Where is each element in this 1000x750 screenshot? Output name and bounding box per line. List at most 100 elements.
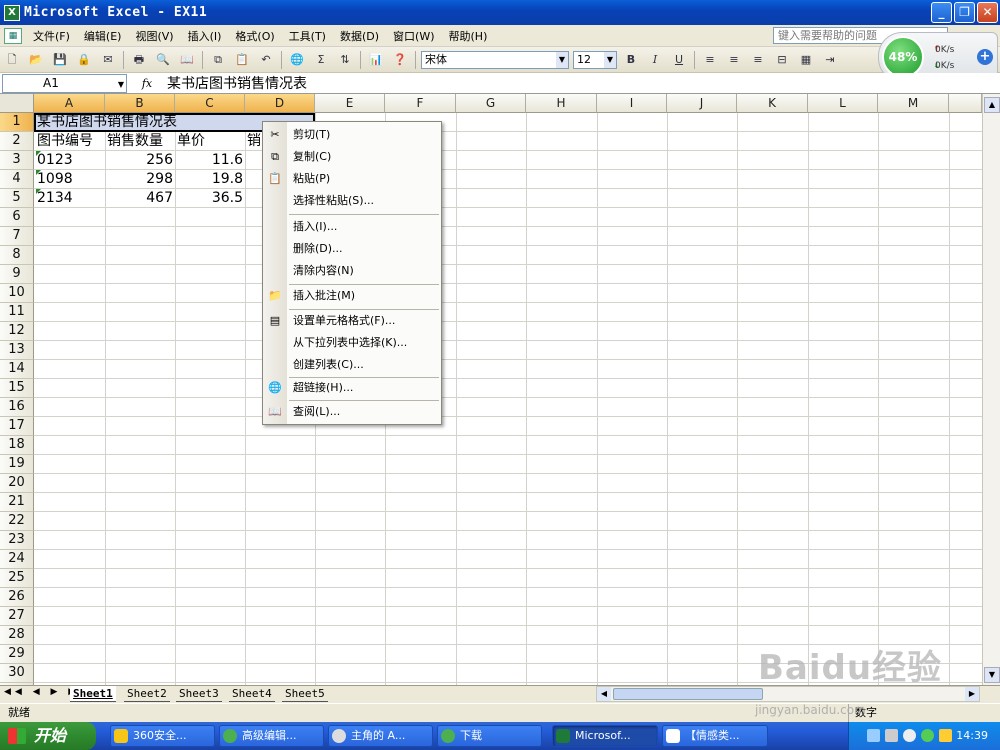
menu-help[interactable]: 帮助(H) (442, 28, 495, 44)
row-header[interactable]: 20 (0, 474, 34, 493)
menu-view[interactable]: 视图(V) (128, 28, 180, 44)
chevron-down-icon[interactable]: ▼ (118, 76, 124, 93)
minimize-button[interactable]: _ (931, 2, 952, 23)
taskbar-item-qq[interactable]: 主角的 A... (328, 725, 433, 747)
vertical-scrollbar[interactable]: ▲ ▼ (982, 94, 1000, 685)
row-header[interactable]: 15 (0, 379, 34, 398)
cell-a2[interactable]: 图书编号 (35, 132, 105, 151)
volume-icon[interactable] (903, 729, 916, 742)
scroll-right-icon[interactable]: ▶ (965, 687, 979, 701)
taskbar-item-editor[interactable]: 高级编辑... (219, 725, 324, 747)
row-header[interactable]: 16 (0, 398, 34, 417)
italic-button[interactable]: I (644, 50, 666, 70)
chevron-down-icon[interactable]: ▼ (556, 51, 568, 68)
warning-icon[interactable] (939, 729, 952, 742)
font-name-select[interactable]: 宋体 ▼ (421, 50, 569, 69)
undo-icon[interactable]: ↶ (255, 50, 277, 70)
cell-a1[interactable]: 某书店图书销售情况表 (35, 113, 179, 132)
menu-item-create-list[interactable]: 创建列表(C)... (263, 354, 441, 376)
plus-icon[interactable]: + (977, 49, 993, 65)
row-header[interactable]: 23 (0, 531, 34, 550)
menu-data[interactable]: 数据(D) (333, 28, 386, 44)
row-header[interactable]: 2 (0, 132, 34, 151)
align-left-icon[interactable]: ≡ (699, 50, 721, 70)
cell-b2[interactable]: 销售数量 (105, 132, 175, 151)
menu-item-clear-contents[interactable]: 清除内容(N) (263, 260, 441, 282)
cell-a5[interactable]: 2134 (35, 189, 105, 208)
cell-b3[interactable]: 256 (105, 151, 175, 170)
workbook-icon[interactable]: ▦ (4, 27, 22, 44)
row-header[interactable]: 11 (0, 303, 34, 322)
row-header[interactable]: 30 (0, 664, 34, 683)
formula-content[interactable]: 某书店图书销售情况表 (167, 73, 307, 93)
column-header[interactable]: D (245, 94, 315, 113)
taskbar-item-download[interactable]: 下载 (437, 725, 542, 747)
row-header[interactable]: 8 (0, 246, 34, 265)
row-header[interactable]: 10 (0, 284, 34, 303)
menu-item-hyperlink[interactable]: 🌐 超链接(H)... (263, 377, 441, 399)
menu-item-insert-comment[interactable]: 📁 插入批注(M) (263, 285, 441, 307)
taskbar-item-document[interactable]: 【情感类... (662, 725, 768, 747)
bold-button[interactable]: B (620, 50, 642, 70)
row-header[interactable]: 28 (0, 626, 34, 645)
menu-item-pick-from-list[interactable]: 从下拉列表中选择(K)... (263, 332, 441, 354)
row-header[interactable]: 22 (0, 512, 34, 531)
start-button[interactable]: 开始 (0, 722, 96, 750)
close-button[interactable]: ✕ (977, 2, 998, 23)
cell-b4[interactable]: 298 (105, 170, 175, 189)
column-header[interactable]: J (667, 94, 737, 113)
menu-item-cut[interactable]: ✂ 剪切(T) (263, 124, 441, 146)
underline-button[interactable]: U (668, 50, 690, 70)
scroll-up-icon[interactable]: ▲ (984, 97, 1000, 113)
display-icon[interactable] (885, 729, 898, 742)
scroll-down-icon[interactable]: ▼ (984, 667, 1000, 683)
menu-window[interactable]: 窗口(W) (386, 28, 441, 44)
cell-c3[interactable]: 11.6 (175, 151, 245, 170)
menu-insert[interactable]: 插入(I) (181, 28, 229, 44)
cell-c2[interactable]: 单价 (175, 132, 245, 151)
sheet-tab-4[interactable]: Sheet4 (229, 686, 275, 702)
security-shield-icon[interactable] (921, 729, 934, 742)
column-header[interactable] (949, 94, 982, 113)
sheet-tab-1[interactable]: Sheet1 (70, 686, 116, 702)
row-header[interactable]: 26 (0, 588, 34, 607)
research-icon[interactable]: 📖 (176, 50, 198, 70)
align-center-icon[interactable]: ≡ (723, 50, 745, 70)
cell-a4[interactable]: 1098 (35, 170, 105, 189)
row-header[interactable]: 14 (0, 360, 34, 379)
new-icon[interactable]: 🗋 (1, 50, 23, 70)
taskbar-item-360[interactable]: 360安全... (110, 725, 215, 747)
help-icon[interactable]: ❓ (389, 50, 411, 70)
network-icon[interactable] (867, 729, 880, 742)
menu-item-insert[interactable]: 插入(I)... (263, 216, 441, 238)
menu-edit[interactable]: 编辑(E) (77, 28, 129, 44)
sheet-tab-2[interactable]: Sheet2 (124, 686, 170, 702)
row-header[interactable]: 27 (0, 607, 34, 626)
permission-icon[interactable]: 🔒 (73, 50, 95, 70)
menu-tools[interactable]: 工具(T) (282, 28, 333, 44)
print-icon[interactable]: 🖶 (128, 50, 150, 70)
row-header[interactable]: 5 (0, 189, 34, 208)
taskbar-item-excel[interactable]: Microsof... (552, 725, 658, 747)
clock[interactable]: 14:39 (956, 729, 988, 742)
menu-format[interactable]: 格式(O) (228, 28, 281, 44)
row-header[interactable]: 24 (0, 550, 34, 569)
menu-item-paste-special[interactable]: 选择性粘贴(S)... (263, 190, 441, 212)
row-header[interactable]: 21 (0, 493, 34, 512)
email-icon[interactable]: ✉ (97, 50, 119, 70)
restore-button[interactable]: ❐ (954, 2, 975, 23)
worksheet-grid[interactable]: A B C D E F G H I J K L M 1 2 3 4 5 6 7 … (0, 94, 982, 685)
excel-app-icon[interactable]: X (4, 4, 20, 21)
row-header[interactable]: 1 (0, 113, 34, 132)
align-right-icon[interactable]: ≡ (747, 50, 769, 70)
indent-icon[interactable]: ⇥ (819, 50, 841, 70)
column-header[interactable]: C (175, 94, 245, 113)
row-header[interactable]: 17 (0, 417, 34, 436)
column-header[interactable]: L (808, 94, 878, 113)
column-header[interactable]: A (34, 94, 105, 113)
cell-c5[interactable]: 36.5 (175, 189, 245, 208)
hyperlink-icon[interactable]: 🌐 (286, 50, 308, 70)
row-header[interactable]: 29 (0, 645, 34, 664)
menu-item-delete[interactable]: 删除(D)... (263, 238, 441, 260)
sheet-tab-5[interactable]: Sheet5 (282, 686, 328, 702)
